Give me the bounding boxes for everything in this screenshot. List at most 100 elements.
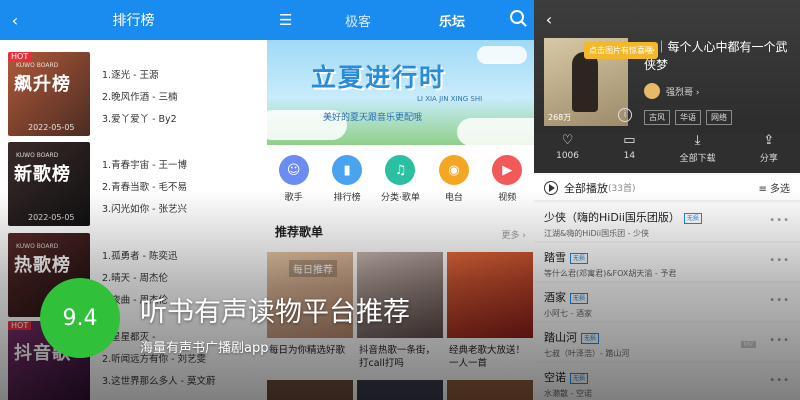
song-row[interactable]: 踏雪 无损 等什么君(邓寓君)&FOX胡天渝 - 予君 ••• — [534, 243, 800, 281]
playlist-tiles-row2 — [267, 380, 534, 400]
like-button[interactable]: ♡ 1006 — [556, 133, 579, 173]
lossless-badge: 无损 — [570, 292, 589, 304]
shortcut-chart[interactable]: ▮ 排行榜 — [322, 155, 372, 203]
song-artist: 小阿七 - 酒家 — [544, 309, 592, 318]
tile-label: 每日推荐 — [289, 260, 337, 277]
like-icon: ♡ — [561, 133, 574, 148]
shortcut-label: 排行榜 — [333, 193, 361, 203]
radio-icon: ◉ — [438, 155, 469, 185]
playlist-tile[interactable] — [267, 380, 353, 400]
action-bar: ♡ 1006 ▭ 14 ⤓ 全部下载 ⇪ 分享 — [534, 133, 800, 173]
rating-badge: 9.4 — [40, 278, 120, 358]
action-label: 14 — [623, 151, 636, 161]
playlist-caption: 经典老歌大放送！一人一首 — [449, 345, 526, 369]
tab-music-scene[interactable]: 乐坛 — [439, 11, 465, 30]
chart-name: 热歌榜 — [14, 255, 71, 276]
back-icon[interactable]: ‹ — [534, 10, 564, 29]
song-row[interactable]: 酒家 无损 小阿七 - 酒家 ••• — [534, 283, 800, 321]
play-all-bar: 全部播放 (33首) ≡ 多选 — [534, 175, 800, 201]
song-line: 1.孤勇者 - 陈奕迅 — [102, 251, 178, 262]
shortcut-label: 电台 — [444, 193, 463, 203]
song-line: 1.青春宇宙 - 王一博 — [102, 160, 188, 171]
tag[interactable]: 华语 — [675, 110, 701, 125]
song-title: 踏雪 — [544, 251, 566, 264]
playlist-header: ‹ 268万 i 点击图片有惊喜哦 ...｜每个人心中都有一个武侠梦 强烈哥 ›… — [534, 0, 800, 145]
playlist-author[interactable]: 强烈哥 › — [644, 83, 699, 99]
lossless-badge: 无损 — [570, 252, 589, 264]
song-title: 空诺 — [544, 371, 566, 384]
avatar — [644, 83, 660, 99]
chart-brand: KUWO BOARD — [16, 152, 59, 159]
ranking-header: ‹ 排行榜 — [0, 0, 267, 40]
share-icon: ⇪ — [763, 133, 775, 148]
lossless-badge: 无损 — [683, 212, 702, 224]
section-title: 推荐歌单 — [275, 225, 324, 239]
share-button[interactable]: ⇪ 分享 — [760, 133, 778, 173]
more-icon[interactable]: ••• — [769, 215, 790, 226]
song-title: 酒家 — [544, 291, 566, 304]
tag[interactable]: 网络 — [706, 110, 732, 125]
chart-date: 2022-05-05 — [28, 213, 75, 222]
tab-geek[interactable]: 极客 — [345, 11, 371, 30]
song-artist: 江湖&嗨的HiDii国乐团 - 少侠 — [544, 229, 650, 238]
play-all-button[interactable]: 全部播放 — [564, 180, 608, 196]
playlist-caption: 每日为你精选好歌 — [269, 345, 346, 356]
category-icon: ♫ — [385, 155, 416, 185]
hot-badge: HOT — [8, 52, 32, 61]
chart-item-new[interactable]: KUWO BOARD 新歌榜 2022-05-05 1.青春宇宙 - 王一博 2… — [8, 142, 267, 226]
shortcut-radio[interactable]: ◉ 电台 — [429, 155, 479, 203]
playlist-caption: 抖音热歌一条街，打call打吗 — [359, 345, 436, 369]
shortcut-singer[interactable]: ☺ 歌手 — [269, 155, 319, 203]
play-icon[interactable] — [544, 180, 558, 195]
more-icon[interactable]: ••• — [769, 335, 790, 346]
song-line: 3.这世界那么多人 - 莫文蔚 — [102, 376, 216, 387]
mv-badge[interactable]: MV — [740, 341, 756, 348]
playlist-tile[interactable] — [447, 252, 533, 338]
chart-name: 新歌榜 — [14, 164, 71, 185]
song-artist: 等什么君(邓寓君)&FOX胡天渝 - 予君 — [544, 269, 677, 278]
more-icon[interactable]: ••• — [769, 255, 790, 266]
playlist-tags: 古风 华语 网络 — [644, 110, 732, 125]
video-icon: ▶ — [492, 155, 523, 185]
song-line: 3.闪光如你 - 张艺兴 — [102, 204, 188, 215]
tag[interactable]: 古风 — [644, 110, 670, 125]
search-icon[interactable] — [510, 10, 524, 24]
playlist-tile[interactable] — [357, 380, 443, 400]
chart-cover: KUWO BOARD 新歌榜 2022-05-05 — [8, 142, 90, 226]
author-name: 强烈哥 › — [666, 87, 700, 98]
more-icon[interactable]: ••• — [769, 295, 790, 306]
download-all-button[interactable]: ⤓ 全部下载 — [680, 133, 716, 173]
download-icon: ⤓ — [694, 133, 701, 148]
shortcut-label: 视频 — [498, 193, 517, 203]
play-count: 268万 — [548, 113, 572, 122]
playlist-detail-panel: ‹ 268万 i 点击图片有惊喜哦 ...｜每个人心中都有一个武侠梦 强烈哥 ›… — [534, 0, 800, 400]
comment-button[interactable]: ▭ 14 — [623, 133, 635, 173]
comment-icon: ▭ — [623, 133, 636, 148]
chart-name: 飙升榜 — [14, 74, 71, 95]
playlist-tile[interactable] — [447, 380, 533, 400]
song-row[interactable]: 空诺 无损 水濑散 - 空诺 ••• — [534, 363, 800, 400]
song-row[interactable]: 踏山河 无损 七叔（叶泽浩）- 踏山河 MV ••• — [534, 323, 800, 361]
multi-select-button[interactable]: ≡ 多选 — [758, 180, 790, 195]
more-link[interactable]: 更多 › — [502, 228, 526, 241]
chart-brand: KUWO BOARD — [16, 243, 59, 250]
menu-icon[interactable]: ☰ — [279, 11, 292, 29]
shortcut-label: 歌手 — [284, 193, 303, 203]
song-count: (33首) — [608, 184, 636, 194]
shortcut-category[interactable]: ♫ 分类·歌单 — [375, 155, 425, 203]
shortcut-video[interactable]: ▶ 视频 — [482, 155, 532, 203]
action-label: 全部下载 — [679, 154, 716, 164]
song-line: 2.晚风作酒 - 三楠 — [102, 92, 178, 103]
overlay-headline: 听书有声读物平台推荐 — [140, 297, 410, 328]
ranking-title: 排行榜 — [112, 13, 155, 29]
more-icon[interactable]: ••• — [769, 375, 790, 386]
action-label: 1006 — [556, 151, 579, 161]
info-icon[interactable]: i — [618, 108, 632, 122]
banner-subtitle: 美好的夏天跟音乐更配哦 — [323, 113, 423, 123]
promo-banner[interactable]: 立夏进行时 LI XIA JIN XING SHI 美好的夏天跟音乐更配哦 — [267, 40, 534, 145]
song-row[interactable]: 少侠（嗨的HiDii国乐团版） 无损 江湖&嗨的HiDii国乐团 - 少侠 ••• — [534, 203, 800, 241]
chart-item-soaring[interactable]: HOT KUWO BOARD 飙升榜 2022-05-05 1.逐光 - 王源 … — [8, 52, 267, 136]
song-line: 3.爱丫爱丫 - By2 — [102, 114, 177, 125]
shortcut-label: 分类·歌单 — [381, 193, 420, 203]
chart-icon: ▮ — [332, 155, 363, 185]
